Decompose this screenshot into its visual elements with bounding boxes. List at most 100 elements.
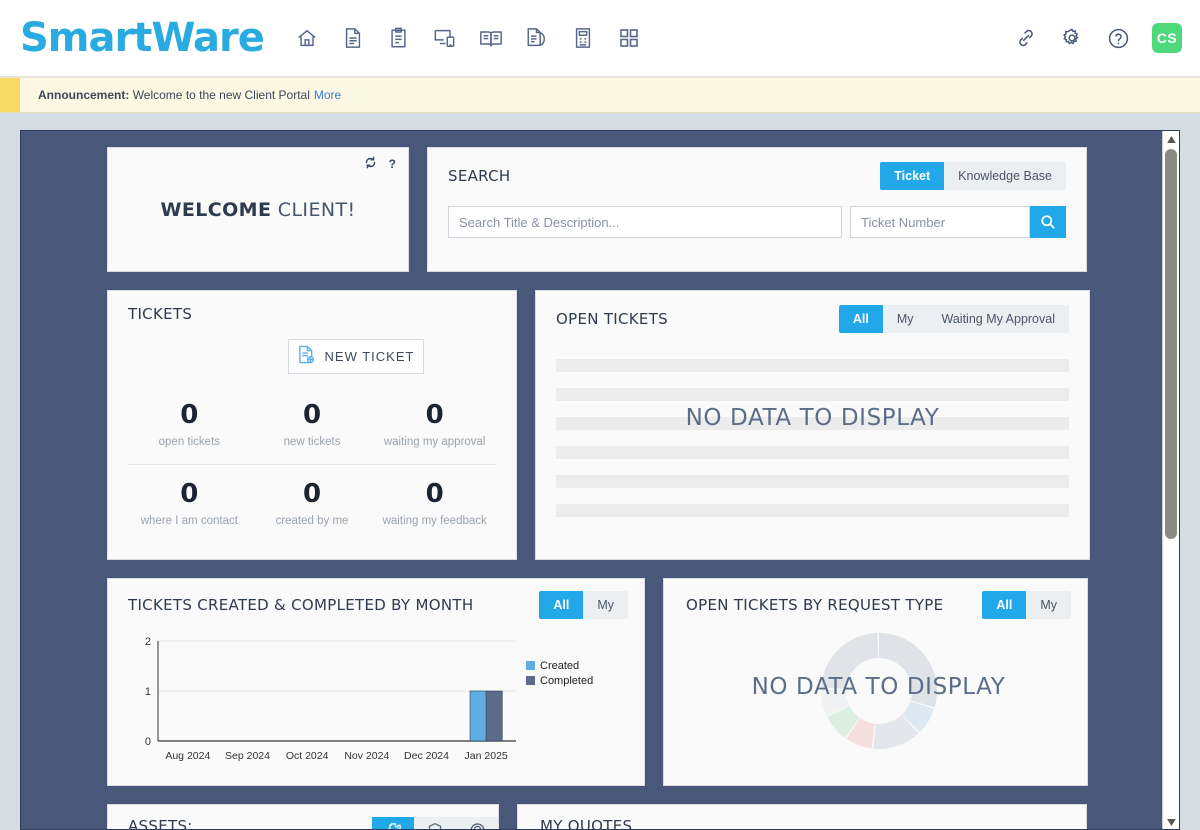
tickets-stats-row-1: 0 open tickets 0 new tickets 0 waiting m… [128,400,516,448]
help-icon[interactable] [1106,26,1130,50]
book-icon[interactable] [478,24,504,52]
my-quotes-title: MY QUOTES [540,817,633,830]
ticket-number-input[interactable] [850,206,1030,238]
tab-waiting-my-approval[interactable]: Waiting My Approval [928,305,1069,333]
donut-chart-title: OPEN TICKETS BY REQUEST TYPE [686,596,944,614]
svg-text:Created: Created [540,660,579,672]
open-tickets-skeleton: NO DATA TO DISPLAY [556,359,1069,517]
stat-value: 0 [425,400,444,430]
svg-text:2: 2 [145,636,151,648]
stat-where-i-am-contact: 0 where I am contact [128,479,251,527]
open-tickets-by-type-card: OPEN TICKETS BY REQUEST TYPE All My NO D… [663,578,1088,786]
caret-down-icon[interactable] [1163,814,1179,829]
stat-waiting-my-feedback: 0 waiting my feedback [373,479,496,527]
tab-ticket[interactable]: Ticket [880,162,945,190]
assets-type-toggle [372,817,498,829]
dashboard-row-3: TICKETS CREATED & COMPLETED BY MONTH All… [105,578,1168,786]
welcome-card: ? WELCOME CLIENT! [107,147,409,272]
devices-icon[interactable] [432,24,458,52]
puzzle-icon[interactable] [372,817,414,829]
donut-chart-filter-toggle: All My [982,591,1071,619]
pages-icon[interactable] [524,24,550,52]
stat-new-tickets: 0 new tickets [251,400,374,448]
svg-text:Dec 2024: Dec 2024 [404,750,449,762]
announcement-text: Announcement: Welcome to the new Client … [38,88,341,102]
announcement-accent [0,78,20,112]
bar-chart-header: TICKETS CREATED & COMPLETED BY MONTH All… [128,591,628,619]
stat-label: new tickets [283,436,341,449]
top-navigation-bar: SmartWare CS [0,0,1200,77]
stat-label: waiting my approval [383,436,486,449]
tab-knowledge-base[interactable]: Knowledge Base [944,162,1066,190]
announcement-bar: Announcement: Welcome to the new Client … [0,77,1200,113]
donut-chart-plot: NO DATA TO DISPLAY [686,619,1071,774]
dashboard-content: ? WELCOME CLIENT! SEARCH Ticket Knowledg… [21,131,1168,830]
stat-waiting-my-approval: 0 waiting my approval [373,400,496,448]
shield-icon[interactable] [414,817,456,829]
skeleton-row [556,359,1069,372]
donut-chart-header: OPEN TICKETS BY REQUEST TYPE All My [686,591,1071,619]
document-icon[interactable] [340,24,366,52]
tab-my[interactable]: My [583,591,628,619]
dashboard-row-2: TICKETS NEW TICKET 0 open tickets 0 new … [105,290,1168,560]
invoice-icon[interactable] [570,24,596,52]
stat-value: 0 [180,479,199,510]
bar-chart-title: TICKETS CREATED & COMPLETED BY MONTH [128,596,474,614]
svg-text:Nov 2024: Nov 2024 [344,750,389,762]
assets-card: ASSETS: [107,804,499,830]
link-icon[interactable] [1014,26,1038,50]
scrollbar-thumb[interactable] [1165,149,1177,539]
search-card: SEARCH Ticket Knowledge Base [427,147,1087,272]
clipboard-icon[interactable] [386,24,412,52]
home-icon[interactable] [294,24,320,52]
new-ticket-button[interactable]: NEW TICKET [288,339,424,374]
stats-divider [128,464,496,466]
stat-value: 0 [425,479,444,510]
tab-all[interactable]: All [982,591,1027,619]
stat-label: where I am contact [140,515,238,528]
main-nav-icons [294,24,642,52]
avatar[interactable]: CS [1152,23,1182,53]
tab-all[interactable]: All [838,305,883,333]
welcome-bold: WELCOME [160,198,272,221]
welcome-rest: CLIENT! [271,198,356,221]
tab-my[interactable]: My [883,305,928,333]
tab-my[interactable]: My [1026,591,1071,619]
announcement-more-link[interactable]: More [314,88,341,102]
skeleton-row [556,446,1069,459]
stat-open-tickets: 0 open tickets [128,400,251,448]
vertical-scrollbar[interactable] [1162,131,1179,829]
new-ticket-label: NEW TICKET [324,349,415,364]
announcement-label: Announcement: [38,88,130,102]
caret-up-icon[interactable] [1163,131,1179,148]
question-icon[interactable]: ? [389,158,396,170]
tab-all[interactable]: All [539,591,584,619]
skeleton-row [556,475,1069,488]
assets-title: ASSETS: [128,817,193,830]
skeleton-row [556,504,1069,517]
lock-icon[interactable] [456,817,498,829]
donut-empty-message: NO DATA TO DISPLAY [751,674,1006,700]
announcement-message: Welcome to the new Client Portal [132,88,310,102]
search-input[interactable] [448,206,842,238]
dashboard-row-1: ? WELCOME CLIENT! SEARCH Ticket Knowledg… [105,147,1168,272]
open-tickets-empty-message: NO DATA TO DISPLAY [685,405,940,431]
gear-icon[interactable] [1060,26,1084,50]
stat-value: 0 [302,400,322,430]
welcome-card-tools: ? [364,156,396,171]
skeleton-row [556,388,1069,401]
search-title: SEARCH [448,167,511,185]
top-right-actions: CS [1014,23,1182,53]
svg-text:1: 1 [145,686,151,698]
tickets-title: TICKETS [128,305,193,323]
stat-label: created by me [275,515,349,528]
bar-chart-svg: 0 1 2 Aug 2024 Sep 2024 Oct 2024 Nov 2024 Dec 2… [145,636,593,762]
refresh-icon[interactable] [364,156,377,171]
stat-value: 0 [302,479,322,510]
search-button[interactable] [1030,206,1066,238]
brand-logo[interactable]: SmartWare [20,18,265,58]
tickets-by-month-chart-card: TICKETS CREATED & COMPLETED BY MONTH All… [107,578,645,786]
grid-icon[interactable] [616,24,642,52]
open-tickets-card: OPEN TICKETS All My Waiting My Approval … [535,290,1090,560]
dashboard-row-4: ASSETS: MY QUOTES [105,804,1168,830]
